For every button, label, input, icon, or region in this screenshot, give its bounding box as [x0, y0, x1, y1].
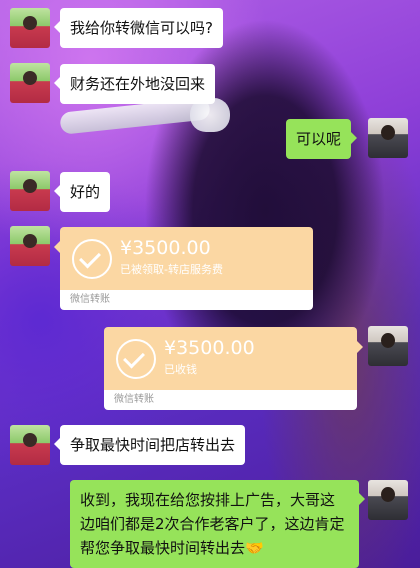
- avatar-self[interactable]: [368, 480, 408, 520]
- check-circle-icon: [72, 239, 112, 279]
- avatar-self[interactable]: [368, 326, 408, 366]
- avatar-contact[interactable]: [10, 63, 50, 103]
- transfer-amount: ¥3500.00: [120, 237, 211, 259]
- avatar-contact[interactable]: [10, 171, 50, 211]
- avatar-contact[interactable]: [10, 425, 50, 465]
- transfer-status: 已收钱: [164, 363, 197, 376]
- transfer-card-received[interactable]: ¥3500.00 已被领取-转店服务费 微信转账: [54, 227, 313, 310]
- message-bubble-outgoing[interactable]: 收到，我现在给您按排上广告，大哥这边咱们都是2次合作老客户了，这边肯定帮您争取最…: [70, 480, 365, 568]
- transfer-amount: ¥3500.00: [164, 337, 255, 359]
- message-bubble-outgoing[interactable]: 可以呢: [286, 119, 358, 159]
- avatar-contact[interactable]: [10, 226, 50, 266]
- check-circle-icon: [116, 339, 156, 379]
- transfer-status: 已被领取-转店服务费: [120, 263, 223, 276]
- message-bubble-incoming[interactable]: 我给你转微信可以吗?: [54, 8, 223, 48]
- transfer-card-sent[interactable]: ¥3500.00 已收钱 微信转账: [104, 327, 363, 410]
- chat-screen: 我给你转微信可以吗? 财务还在外地没回来 可以呢 好的 ¥3500.00 已被领…: [0, 0, 420, 568]
- avatar-contact[interactable]: [10, 8, 50, 48]
- transfer-footer-label: 微信转账: [114, 394, 154, 405]
- message-bubble-incoming[interactable]: 争取最快时间把店转出去: [53, 425, 246, 465]
- transfer-footer-label: 微信转账: [70, 294, 110, 305]
- message-bubble-incoming[interactable]: 财务还在外地没回来: [53, 64, 216, 104]
- message-bubble-incoming[interactable]: 好的: [53, 172, 111, 212]
- avatar-self[interactable]: [368, 118, 408, 158]
